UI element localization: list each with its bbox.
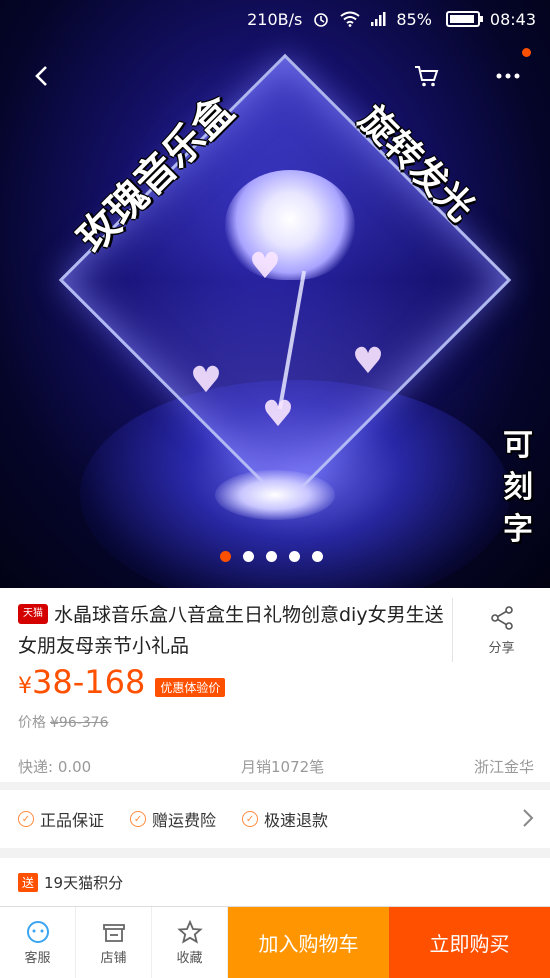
guarantee-item: ✓ 正品保证 [18,807,104,831]
favorite-button[interactable]: 收藏 [152,907,228,978]
carousel-indicator [220,551,323,562]
tmall-badge: 天猫 [18,604,48,624]
price-value: 38-168 [32,663,146,701]
shop-icon [102,923,125,942]
guarantee-label: 赠运费险 [152,811,217,830]
shop-button[interactable]: 店铺 [76,907,152,978]
carousel-dot[interactable] [243,551,254,562]
network-speed: 210B/s [247,9,303,29]
product-page: ♥ ♥ ♥ ♥ 玫瑰音乐盒 旋转发光 可刻字 210B/s 85% 08:43 [0,0,550,978]
cart-icon [415,66,439,87]
original-price: ¥96-376 [50,715,109,731]
signal-icon [370,11,386,27]
more-button[interactable] [486,54,530,98]
meta-row: 快递: 0.00 月销1072笔 浙江金华 [18,756,534,777]
original-price-row: 价格 ¥96-376 [18,712,109,732]
base-light [215,470,335,520]
carousel-dot[interactable] [266,551,277,562]
points-row: 送 19天猫积分 [0,858,550,906]
promo-text-vertical: 可刻字 [503,428,533,547]
product-title: 水晶球音乐盒八音盒生日礼物创意diy女男生送女朋友母亲节小礼品 [18,604,444,657]
check-icon: ✓ [242,811,259,827]
heart-engraving: ♥ [248,246,282,287]
wifi-icon [340,11,360,27]
heart-engraving: ♥ [351,341,385,382]
chevron-left-icon [35,66,47,86]
customer-service-button[interactable]: 客服 [0,907,76,978]
battery-percent: 85% [396,9,432,29]
customer-service-label: 客服 [24,950,51,966]
bottom-action-bar: 客服 店铺 收藏 加入购物车 立即购买 [0,906,550,978]
check-icon: ✓ [18,811,34,827]
carousel-dot[interactable] [220,551,231,562]
points-tag: 送 [18,872,39,892]
product-image-carousel[interactable]: ♥ ♥ ♥ ♥ 玫瑰音乐盒 旋转发光 可刻字 210B/s 85% 08:43 [0,0,550,588]
heart-engraving: ♥ [189,360,223,401]
carousel-dot[interactable] [289,551,300,562]
alarm-icon [312,10,330,28]
notification-dot [522,48,531,57]
shop-label: 店铺 [100,950,127,966]
favorite-label: 收藏 [176,950,203,966]
guarantee-item: ✓ 极速退款 [242,807,328,831]
product-info: 天猫 水晶球音乐盒八音盒生日礼物创意diy女男生送女朋友母亲节小礼品 分享 ¥38… [0,588,550,782]
original-price-label: 价格 [18,715,46,731]
heart-engraving: ♥ [261,394,295,435]
guarantee-label: 正品保证 [40,811,105,830]
share-icon [490,605,513,630]
more-dots-icon [496,73,520,79]
shipping-fee: 快递: 0.00 [18,758,92,776]
guarantee-item: ✓ 赠运费险 [130,807,216,831]
product-title-block: 天猫 水晶球音乐盒八音盒生日礼物创意diy女男生送女朋友母亲节小礼品 [18,600,444,662]
share-button[interactable]: 分享 [452,598,550,662]
monthly-sales: 月销1072笔 [241,758,325,776]
guarantee-row[interactable]: ✓ 正品保证 ✓ 赠运费险 ✓ 极速退款 [0,790,550,848]
ship-from-location: 浙江金华 [473,758,534,776]
buy-now-button[interactable]: 立即购买 [389,907,550,978]
cart-button[interactable] [404,54,448,98]
star-icon [176,919,203,944]
price-row: ¥38-168 优惠体验价 [18,664,226,705]
battery-icon [445,11,483,27]
guarantee-label: 极速退款 [264,811,329,830]
promo-tag: 优惠体验价 [155,678,226,697]
carousel-dot[interactable] [312,551,323,562]
currency-symbol: ¥ [18,674,32,699]
clock: 08:43 [489,9,536,29]
share-label: 分享 [488,640,515,656]
add-to-cart-button[interactable]: 加入购物车 [228,907,389,978]
back-button[interactable] [20,54,64,98]
chat-icon [26,920,49,943]
price: ¥38-168 [18,664,145,705]
check-icon: ✓ [130,811,147,827]
points-text: 19天猫积分 [44,873,124,892]
chevron-right-icon [522,808,534,833]
status-bar: 210B/s 85% 08:43 [0,0,550,38]
